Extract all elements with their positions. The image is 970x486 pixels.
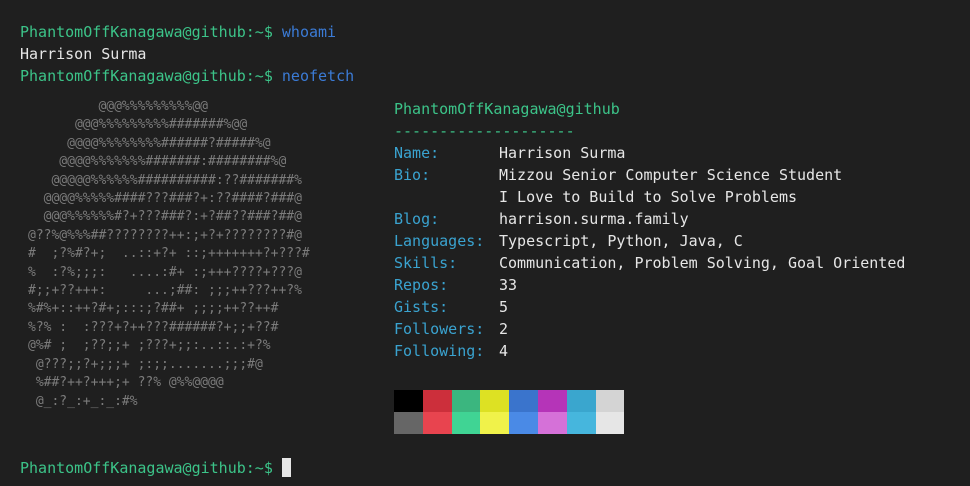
neofetch-info: PhantomOffKanagawa@github --------------… bbox=[394, 98, 905, 362]
color-swatch bbox=[566, 390, 596, 412]
info-field-key: Gists: bbox=[394, 298, 449, 316]
info-field-key: Skills: bbox=[394, 254, 458, 272]
info-field-value: harrison.surma.family bbox=[499, 210, 689, 228]
info-field-key bbox=[394, 186, 499, 208]
info-field-key: Languages: bbox=[394, 232, 485, 250]
info-title-row: PhantomOffKanagawa@github bbox=[394, 98, 905, 120]
color-swatch bbox=[480, 412, 510, 434]
info-field-row: Gists: 5 bbox=[394, 296, 905, 318]
info-field-value: 2 bbox=[499, 320, 509, 338]
color-swatch bbox=[394, 412, 423, 434]
info-field-row: Blog: harrison.surma.family bbox=[394, 208, 905, 230]
color-swatch bbox=[394, 390, 423, 412]
info-separator-row: -------------------- bbox=[394, 120, 905, 142]
info-field-value: 5 bbox=[499, 298, 509, 316]
color-swatch bbox=[595, 412, 625, 434]
command-text: neofetch bbox=[281, 67, 355, 85]
info-field-row: Repos: 33 bbox=[394, 274, 905, 296]
text-cursor[interactable] bbox=[281, 458, 291, 477]
info-field-value: I Love to Build to Solve Problems bbox=[499, 188, 798, 206]
info-field-key: Followers: bbox=[394, 320, 485, 338]
info-field-row: Bio: Mizzou Senior Computer Science Stude… bbox=[394, 164, 905, 186]
color-swatch bbox=[451, 412, 481, 434]
command-text: whoami bbox=[281, 23, 337, 41]
ascii-logo: @@@%%%%%%%%%@@ @@@%%%%%%%%%#######%@@ @@… bbox=[28, 99, 310, 409]
prompt: PhantomOffKanagawa@github:~$ bbox=[20, 23, 273, 41]
info-fields: Name: Harrison Surma Bio: Mizzou Senior Com… bbox=[394, 142, 905, 362]
info-field-row: I Love to Build to Solve Problems bbox=[394, 186, 905, 208]
color-swatch bbox=[537, 390, 567, 412]
history-line-2: PhantomOffKanagawa@github:~$ neofetch bbox=[20, 65, 354, 87]
info-field-key: Repos: bbox=[394, 276, 449, 294]
info-field-key: Name: bbox=[394, 144, 440, 162]
command-output: Harrison Surma bbox=[20, 45, 147, 63]
info-field-value: Communication, Problem Solving, Goal Ori… bbox=[499, 254, 906, 272]
info-field-key: Bio: bbox=[394, 166, 431, 184]
info-separator: -------------------- bbox=[394, 122, 575, 140]
color-swatch bbox=[509, 412, 538, 434]
color-swatch bbox=[480, 390, 510, 412]
input-line[interactable]: PhantomOffKanagawa@github:~$ bbox=[20, 457, 291, 479]
info-field-key: Following: bbox=[394, 342, 485, 360]
info-field-row: Following: 4 bbox=[394, 340, 905, 362]
info-field-value: 4 bbox=[499, 342, 509, 360]
color-swatch bbox=[422, 412, 452, 434]
info-field-row: Skills: Communication, Problem Solving, G… bbox=[394, 252, 905, 274]
info-field-row: Languages: Typescript, Python, Java, C bbox=[394, 230, 905, 252]
history-line-1: PhantomOffKanagawa@github:~$ whoami bbox=[20, 21, 336, 43]
info-field-key: Blog: bbox=[394, 210, 440, 228]
info-title: PhantomOffKanagawa@github bbox=[394, 100, 620, 118]
info-field-value: Harrison Surma bbox=[499, 144, 626, 162]
color-swatch bbox=[595, 390, 625, 412]
color-swatch bbox=[537, 412, 567, 434]
info-field-row: Followers: 2 bbox=[394, 318, 905, 340]
color-palette bbox=[394, 390, 625, 434]
color-swatch bbox=[451, 390, 481, 412]
color-swatch bbox=[566, 412, 596, 434]
prompt: PhantomOffKanagawa@github:~$ bbox=[20, 67, 273, 85]
info-field-value: Typescript, Python, Java, C bbox=[499, 232, 743, 250]
color-swatch bbox=[422, 390, 452, 412]
info-field-row: Name: Harrison Surma bbox=[394, 142, 905, 164]
info-field-value: Mizzou Senior Computer Science Student bbox=[499, 166, 843, 184]
info-field-value: 33 bbox=[499, 276, 518, 294]
prompt: PhantomOffKanagawa@github:~$ bbox=[20, 459, 273, 477]
color-swatch bbox=[509, 390, 538, 412]
